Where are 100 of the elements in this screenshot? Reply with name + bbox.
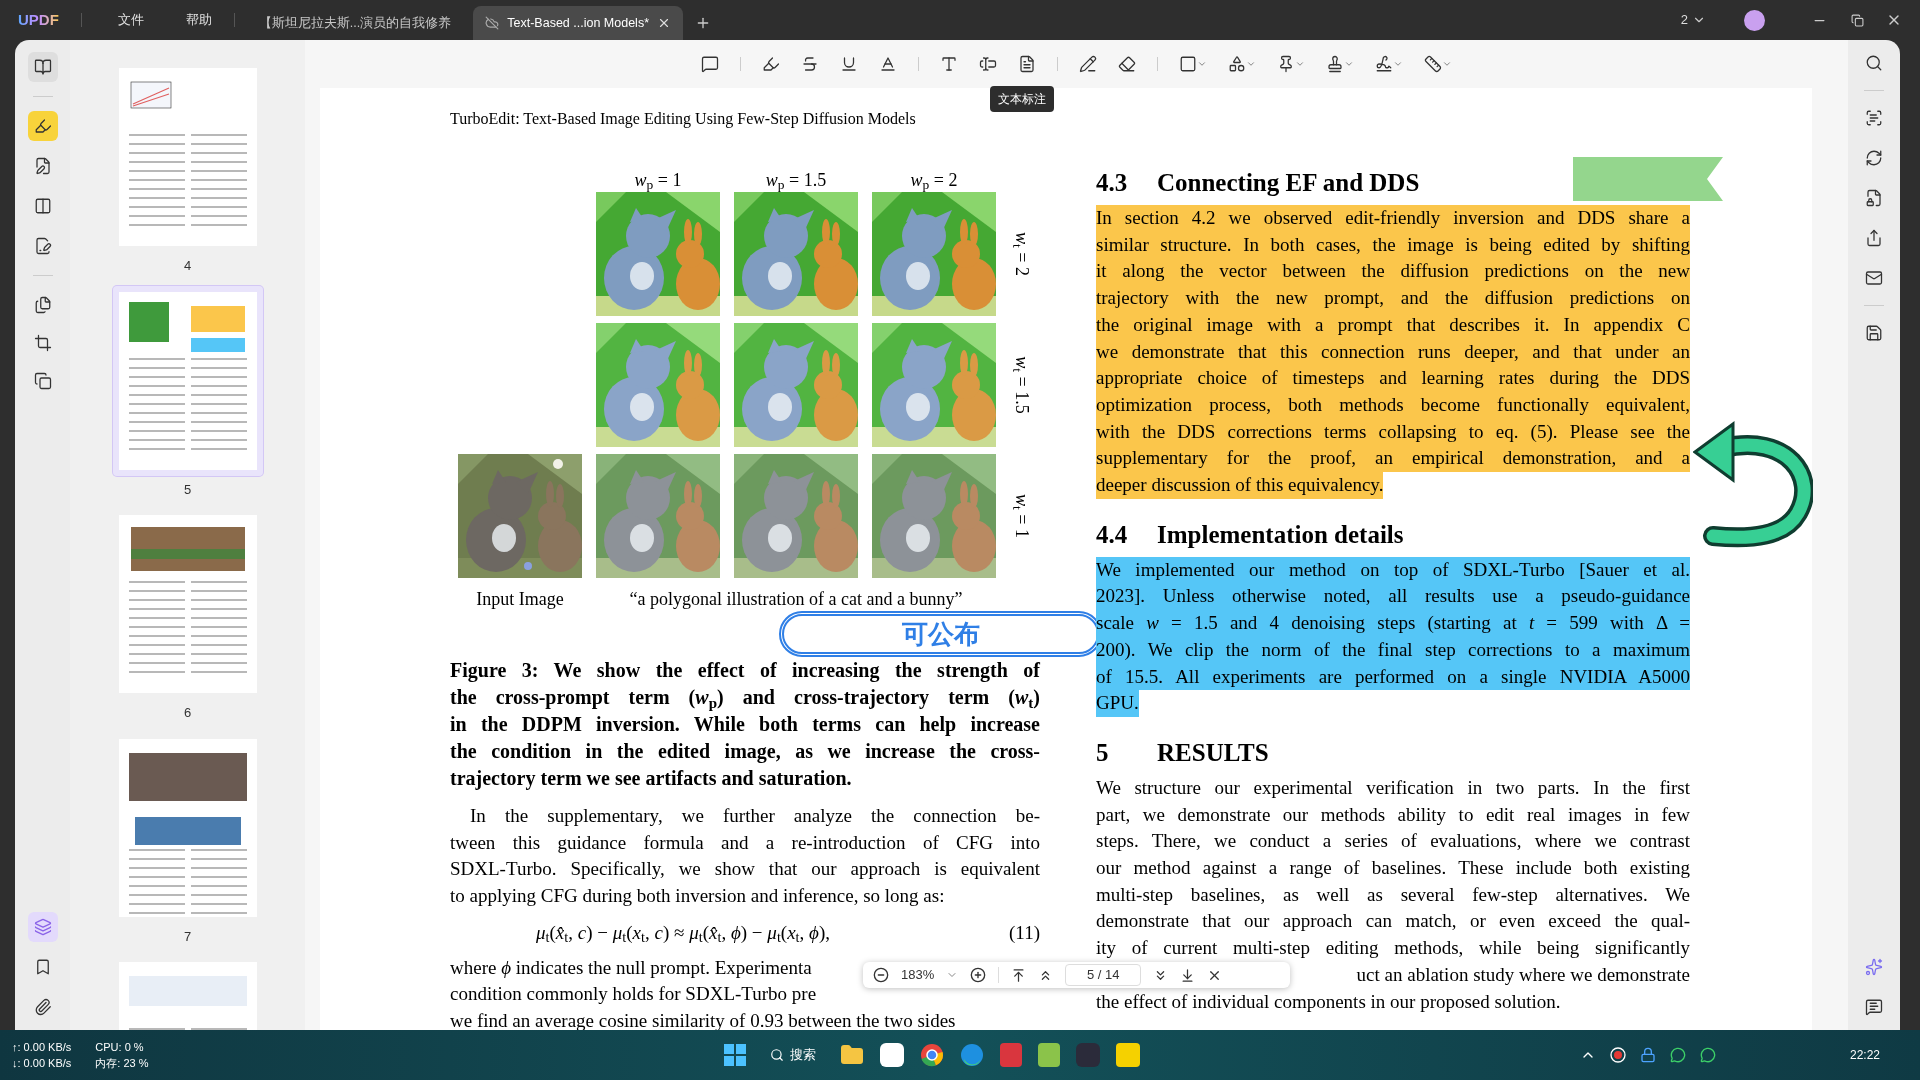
text-line: In the supplementary, we further analyze the connection be-: [469, 804, 1040, 828]
new-tab-icon[interactable]: [695, 15, 711, 31]
network-download: ↓: 0.00 KB/s: [12, 1056, 72, 1071]
avatar[interactable]: [1744, 9, 1765, 31]
chat-icon[interactable]: [1699, 1047, 1716, 1063]
start-icon[interactable]: [723, 1044, 746, 1066]
ocr-icon[interactable]: [1865, 109, 1883, 127]
underline-icon[interactable]: [840, 55, 858, 73]
mail-icon[interactable]: [1865, 269, 1883, 287]
save-icon[interactable]: [1865, 324, 1883, 342]
refresh-icon[interactable]: [1865, 149, 1883, 167]
menu-item[interactable]: 文件: [117, 10, 144, 30]
text-line: tween this guidance formula and a re-introduction of CFG into: [450, 830, 1040, 855]
text-box-icon[interactable]: [979, 55, 997, 73]
page-number: 4: [183, 257, 192, 275]
folder-icon[interactable]: [839, 1043, 864, 1067]
columns-icon[interactable]: [33, 197, 52, 215]
text-line: in the DDPM inversion. While both terms can help increase: [450, 712, 1040, 738]
column-label: w$_{p}$ = 2: [909, 169, 959, 192]
image-label: Input Image: [475, 588, 565, 611]
shapes-icon[interactable]: [1228, 55, 1246, 73]
section-title: Connecting EF and DDS: [1157, 168, 1420, 198]
restore-icon[interactable]: [1851, 13, 1864, 27]
cpu-usage: CPU: 0 %: [95, 1040, 145, 1055]
cloud-off-icon: [485, 16, 500, 30]
app-icon[interactable]: [879, 1043, 904, 1067]
text-line: multi-step baselines, as well as several few-step alternatives. We: [1096, 882, 1690, 907]
file-lock-icon[interactable]: [1865, 189, 1883, 207]
search-icon: [769, 1048, 784, 1062]
text-line: Figure 3: We show the effect of increasing the strength of: [450, 658, 1040, 684]
running-header: TurboEdit: Text-Based Image Editing Using Few-Step Diffusion Models: [450, 109, 917, 129]
close-icon[interactable]: [657, 16, 671, 30]
taskbar-search[interactable]: 搜索: [761, 1040, 824, 1070]
text-line: the condition in the edited image, as we increase the cross-: [450, 739, 1040, 765]
attachment-icon[interactable]: [33, 998, 52, 1016]
pencil-icon[interactable]: [1079, 55, 1097, 73]
comment-icon[interactable]: [701, 55, 719, 73]
text-line: part, we demonstrate our methods ability to edit real images in few: [1096, 802, 1690, 827]
layers-icon[interactable]: [33, 918, 52, 936]
app-icon[interactable]: [1037, 1043, 1060, 1067]
strikethrough-icon[interactable]: [801, 55, 819, 73]
text-line: condition commonly holds for SDXL-Turbo pre: [450, 982, 817, 1007]
share-icon[interactable]: [1865, 229, 1883, 247]
browser-icon[interactable]: [919, 1043, 944, 1067]
window-count[interactable]: 2: [1680, 10, 1688, 30]
signature-icon[interactable]: [1375, 55, 1393, 73]
section-title: RESULTS: [1157, 737, 1269, 768]
equation: μ$_{t}$(x̂$_{t}$, c) − μ$_{t}$(x$_{t}$, c) ≈ μ$_{t}$(x̂$_{t}$, ϕ) − μ$_{t}$(x$_{t}$, ϕ),: [536, 920, 830, 947]
text-line: our method against a range of baselines. These include both existing: [1096, 856, 1690, 881]
text-line: ity of current multi-step editing methods, while being significantly: [1096, 936, 1690, 961]
zoom-level[interactable]: 183%: [901, 965, 935, 985]
text-icon[interactable]: [940, 55, 958, 73]
eraser-icon[interactable]: [1118, 55, 1136, 73]
text-line: SDXL-Turbo. Specifically, we show that our approach is equivalent: [450, 857, 1040, 882]
column-label: w$_{p}$ = 1.5: [764, 169, 828, 192]
browser-icon[interactable]: [959, 1043, 984, 1067]
text-line: uct an ablation study where we demonstrate: [1356, 962, 1690, 987]
section-number: 4.4: [1096, 519, 1129, 550]
document-tab[interactable]: Text-Based ...ion Models*: [473, 6, 683, 40]
tooltip: 文本标注: [990, 86, 1054, 112]
text-line: the effect of individual components in our proposed solution.: [1096, 989, 1561, 1014]
clock: 22:22: [1849, 1047, 1880, 1064]
chat-icon[interactable]: [1669, 1047, 1686, 1063]
app-icon[interactable]: [1115, 1043, 1140, 1067]
ruler-icon[interactable]: [1424, 55, 1442, 73]
highlighter-icon[interactable]: [33, 117, 52, 135]
highlighter-icon[interactable]: [762, 55, 780, 73]
comment-list-icon[interactable]: [1865, 998, 1883, 1016]
equation-number: (11): [1009, 920, 1040, 945]
text-callout-icon[interactable]: [1018, 55, 1036, 73]
menu-item[interactable]: 帮助: [185, 10, 212, 30]
document-tab[interactable]: 【斯坦尼拉夫斯...演员的自我修养: [246, 6, 464, 40]
pages-icon[interactable]: [33, 296, 52, 314]
search-icon[interactable]: [1865, 54, 1883, 72]
text-line: demonstrate that our approach can match, or even exceed the qual-: [1096, 909, 1690, 934]
record-icon[interactable]: [1609, 1047, 1626, 1063]
lock-icon[interactable]: [1639, 1047, 1656, 1063]
page-number: 7: [183, 927, 192, 946]
pin-icon[interactable]: [1277, 55, 1295, 73]
form-icon[interactable]: [33, 237, 52, 255]
zoom-out-icon[interactable]: [873, 967, 889, 983]
network-upload: ↑: 0.00 KB/s: [12, 1040, 72, 1055]
text-line: where ϕ indicates the null prompt. Experimenta: [450, 955, 812, 980]
page-field[interactable]: 5 / 14: [1065, 964, 1142, 986]
zoom-in-icon[interactable]: [970, 967, 987, 983]
tab-title: 【斯坦尼拉夫斯...演员的自我修养: [258, 14, 452, 32]
ai-icon[interactable]: [1865, 958, 1883, 976]
text-line: We structure our experimental verification in two parts. In the first: [1096, 775, 1690, 800]
text-line: the cross-prompt term (w$_{p}$) and cross-trajectory term (w$_{t}$): [450, 685, 1040, 711]
reader-icon[interactable]: [33, 58, 52, 76]
section-title: Implementation details: [1157, 519, 1404, 550]
page-number: 6: [183, 704, 192, 722]
page-number: 5: [183, 480, 192, 499]
stamp-icon[interactable]: [1326, 55, 1344, 73]
text-line: to applying CFG during both inversion and inference, so long as:: [450, 884, 946, 909]
image-label: “a polygonal illustration of a cat and a bunny”: [628, 588, 964, 611]
rectangle-icon[interactable]: [1179, 55, 1197, 73]
stack-icon[interactable]: [33, 372, 52, 390]
edit-icon[interactable]: [33, 157, 52, 175]
crop-icon[interactable]: [33, 334, 52, 352]
